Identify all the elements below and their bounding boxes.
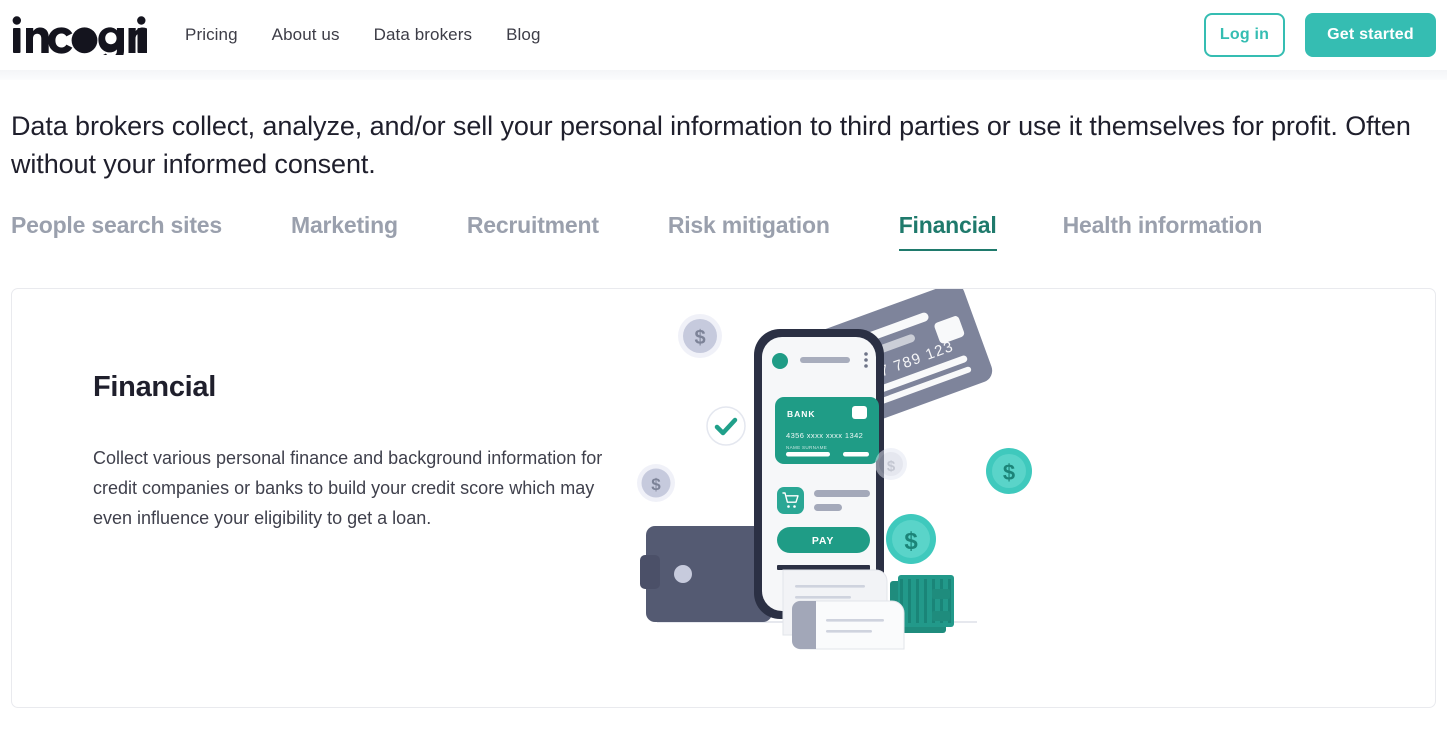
header-actions: Log in Get started bbox=[1204, 13, 1436, 57]
wallet bbox=[640, 526, 772, 622]
coin-teal-right: $ bbox=[986, 448, 1032, 494]
phone-menu-icon bbox=[864, 352, 868, 368]
nav-link-data-brokers[interactable]: Data brokers bbox=[374, 25, 473, 45]
tab-marketing[interactable]: Marketing bbox=[291, 212, 398, 251]
financial-illustration-svg: 56 367 789 123 BANK 4356 xxxx xxxx 1342 … bbox=[637, 289, 1032, 650]
get-started-button[interactable]: Get started bbox=[1305, 13, 1436, 57]
coin-grey-behind-phone: $ bbox=[875, 448, 907, 480]
coin-grey-bottom: $ bbox=[637, 464, 675, 502]
phone-status-bar bbox=[800, 357, 850, 363]
main-navigation: Pricing About us Data brokers Blog bbox=[185, 25, 541, 45]
phone-bank-card: BANK 4356 xxxx xxxx 1342 NAME SURNAME bbox=[775, 397, 879, 464]
tab-people-search-sites[interactable]: People search sites bbox=[11, 212, 222, 251]
incogni-logo-mark bbox=[12, 16, 147, 55]
checkmark-badge bbox=[706, 406, 746, 446]
panel-text-column: Financial Collect various personal finan… bbox=[12, 289, 632, 707]
tab-financial[interactable]: Financial bbox=[898, 212, 997, 251]
phone-status-dot bbox=[772, 353, 788, 369]
incogni-logo[interactable] bbox=[11, 13, 147, 57]
category-tabs: People search sites Marketing Recruitmen… bbox=[11, 212, 1436, 251]
coin-dollar-sign: $ bbox=[887, 458, 896, 475]
page-content: Data brokers collect, analyze, and/or se… bbox=[0, 80, 1447, 708]
receipt-front bbox=[792, 600, 905, 650]
header-divider bbox=[0, 70, 1447, 80]
tab-recruitment[interactable]: Recruitment bbox=[467, 212, 599, 251]
panel-illustration-column: 56 367 789 123 BANK 4356 xxxx xxxx 1342 … bbox=[632, 289, 1435, 707]
coin-dollar-sign: $ bbox=[694, 327, 705, 349]
receipt-slot bbox=[777, 565, 870, 570]
coin-dollar-sign: $ bbox=[904, 528, 918, 555]
category-panel: Financial Collect various personal finan… bbox=[11, 288, 1436, 708]
coin-grey-top: $ bbox=[678, 314, 722, 358]
coin-dollar-sign: $ bbox=[651, 475, 661, 494]
pay-button-label: PAY bbox=[812, 535, 834, 547]
bank-card-label: BANK bbox=[787, 409, 816, 419]
site-header: Pricing About us Data brokers Blog Log i… bbox=[0, 0, 1447, 70]
coin-teal-stack: $ bbox=[886, 514, 936, 564]
nav-link-pricing[interactable]: Pricing bbox=[185, 25, 238, 45]
intro-headline: Data brokers collect, analyze, and/or se… bbox=[11, 111, 1411, 179]
bank-card-holder: NAME SURNAME bbox=[786, 445, 827, 450]
coin-dollar-sign: $ bbox=[1003, 460, 1015, 485]
nav-link-blog[interactable]: Blog bbox=[506, 25, 540, 45]
panel-description: Collect various personal finance and bac… bbox=[93, 448, 603, 528]
bank-card-number: 4356 xxxx xxxx 1342 bbox=[786, 431, 863, 440]
pay-button: PAY bbox=[777, 527, 870, 553]
tab-health-information[interactable]: Health information bbox=[1063, 212, 1263, 251]
log-in-button[interactable]: Log in bbox=[1204, 13, 1285, 57]
panel-title: Financial bbox=[93, 371, 216, 403]
financial-payment-illustration: 56 367 789 123 BANK 4356 xxxx xxxx 1342 … bbox=[632, 289, 1062, 707]
tab-risk-mitigation[interactable]: Risk mitigation bbox=[668, 212, 830, 251]
nav-link-about-us[interactable]: About us bbox=[272, 25, 340, 45]
